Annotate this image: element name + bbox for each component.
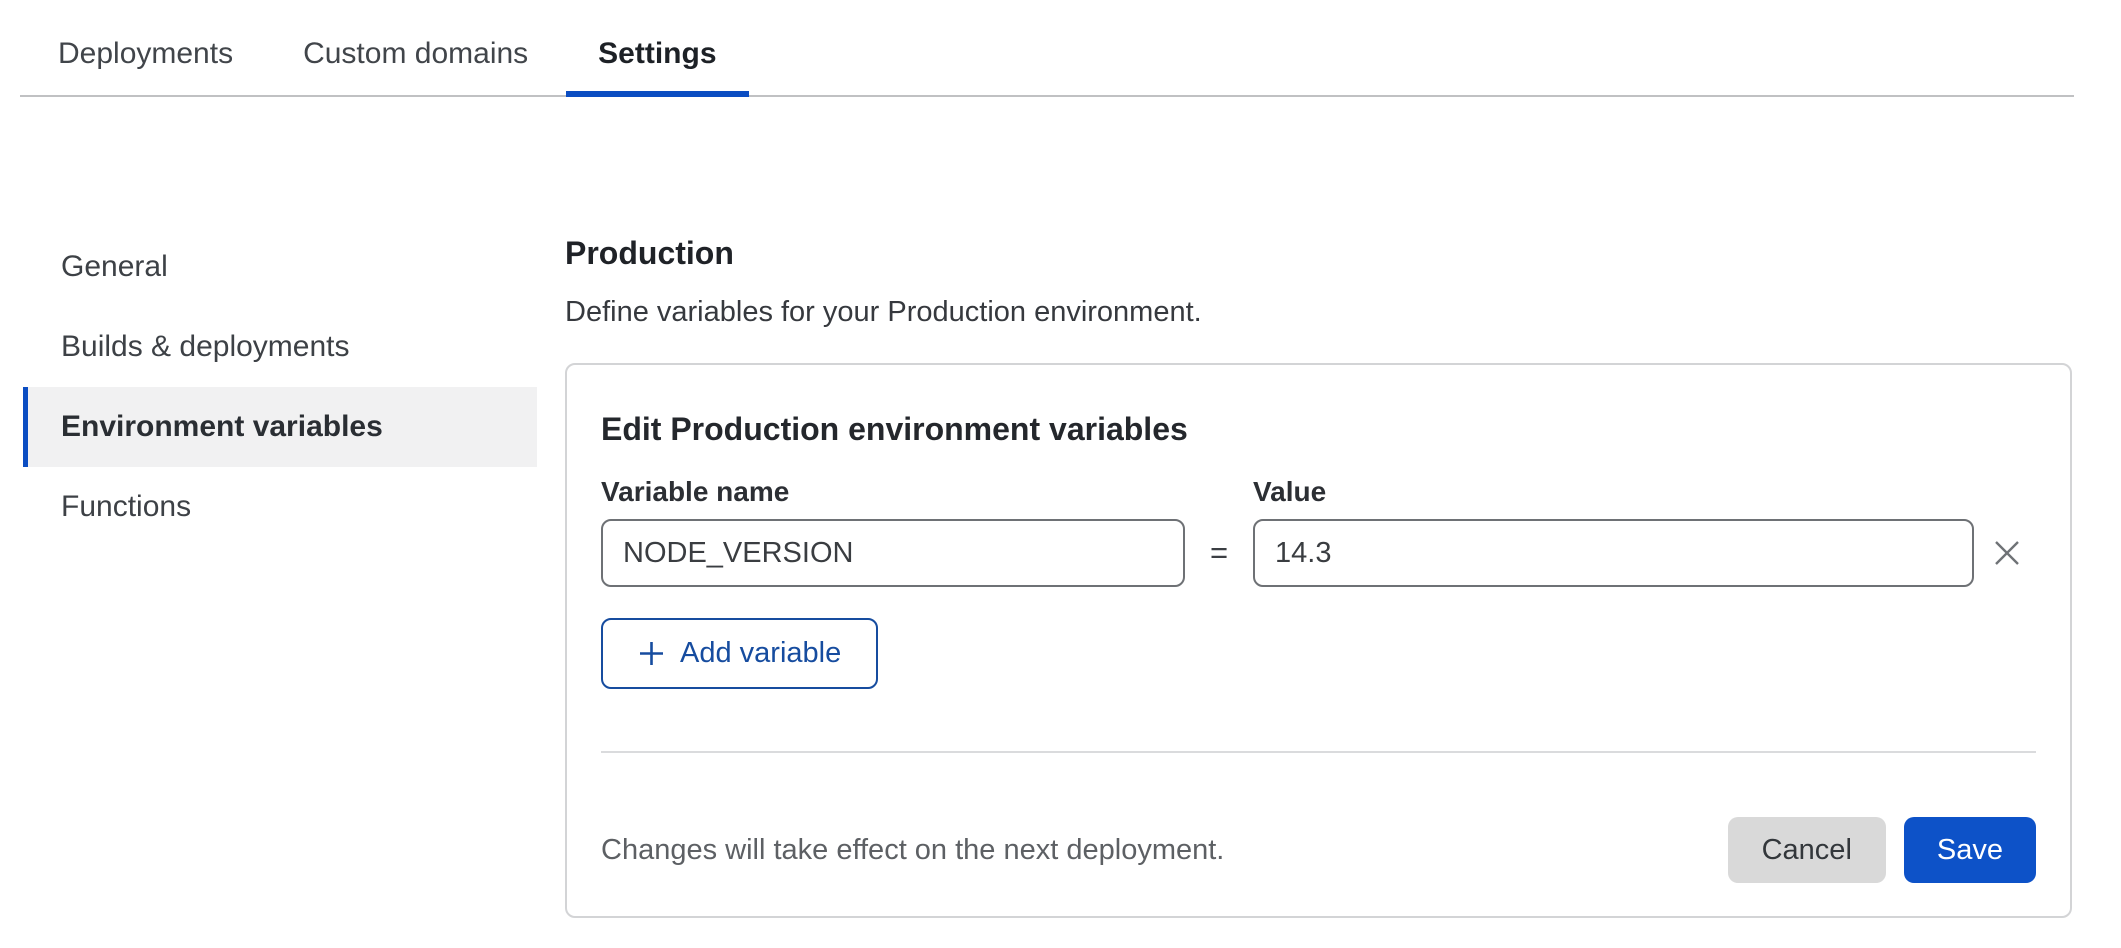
tab-deployments[interactable]: Deployments [26, 12, 265, 95]
sidebar-item-builds-deployments[interactable]: Builds & deployments [23, 307, 537, 387]
sidebar-item-label: General [61, 250, 168, 284]
page-title: Production [565, 237, 2072, 269]
sidebar-item-functions[interactable]: Functions [23, 467, 537, 547]
tab-label: Custom domains [303, 37, 528, 71]
variable-name-label: Variable name [601, 478, 1185, 506]
tab-settings[interactable]: Settings [566, 12, 748, 95]
card-title: Edit Production environment variables [601, 413, 2036, 445]
remove-variable-button[interactable] [1978, 524, 2036, 582]
card-footer: Changes will take effect on the next dep… [601, 817, 2036, 883]
tab-label: Deployments [58, 37, 233, 71]
footer-actions: Cancel Save [1728, 817, 2036, 883]
content-area: General Builds & deployments Environment… [0, 97, 2121, 918]
environment-variables-card: Edit Production environment variables Va… [565, 363, 2072, 918]
sidebar-item-label: Functions [61, 490, 191, 524]
page-subtitle: Define variables for your Production env… [565, 297, 2072, 327]
tab-label: Settings [598, 37, 716, 71]
plus-icon [638, 640, 665, 667]
page: Deployments Custom domains Settings Gene… [0, 0, 2121, 918]
card-divider [601, 751, 2036, 753]
value-input[interactable] [1253, 519, 1974, 587]
footer-note: Changes will take effect on the next dep… [601, 834, 1224, 867]
sidebar-item-general[interactable]: General [23, 227, 537, 307]
sidebar-item-environment-variables[interactable]: Environment variables [23, 387, 537, 467]
add-variable-button[interactable]: Add variable [601, 618, 878, 689]
equals-sign: = [1185, 535, 1253, 571]
save-button[interactable]: Save [1904, 817, 2036, 883]
sidebar-item-label: Builds & deployments [61, 330, 350, 364]
sidebar-item-label: Environment variables [61, 410, 383, 444]
tab-custom-domains[interactable]: Custom domains [271, 12, 560, 95]
x-icon [1990, 536, 2024, 570]
settings-sidebar: General Builds & deployments Environment… [0, 97, 537, 918]
tab-bar: Deployments Custom domains Settings [20, 0, 2074, 97]
value-label: Value [1253, 478, 1974, 506]
main-panel: Production Define variables for your Pro… [565, 97, 2072, 918]
variable-row: Variable name Value = [601, 478, 2036, 587]
variable-name-input[interactable] [601, 519, 1185, 587]
add-variable-label: Add variable [680, 637, 841, 670]
cancel-button[interactable]: Cancel [1728, 817, 1886, 883]
